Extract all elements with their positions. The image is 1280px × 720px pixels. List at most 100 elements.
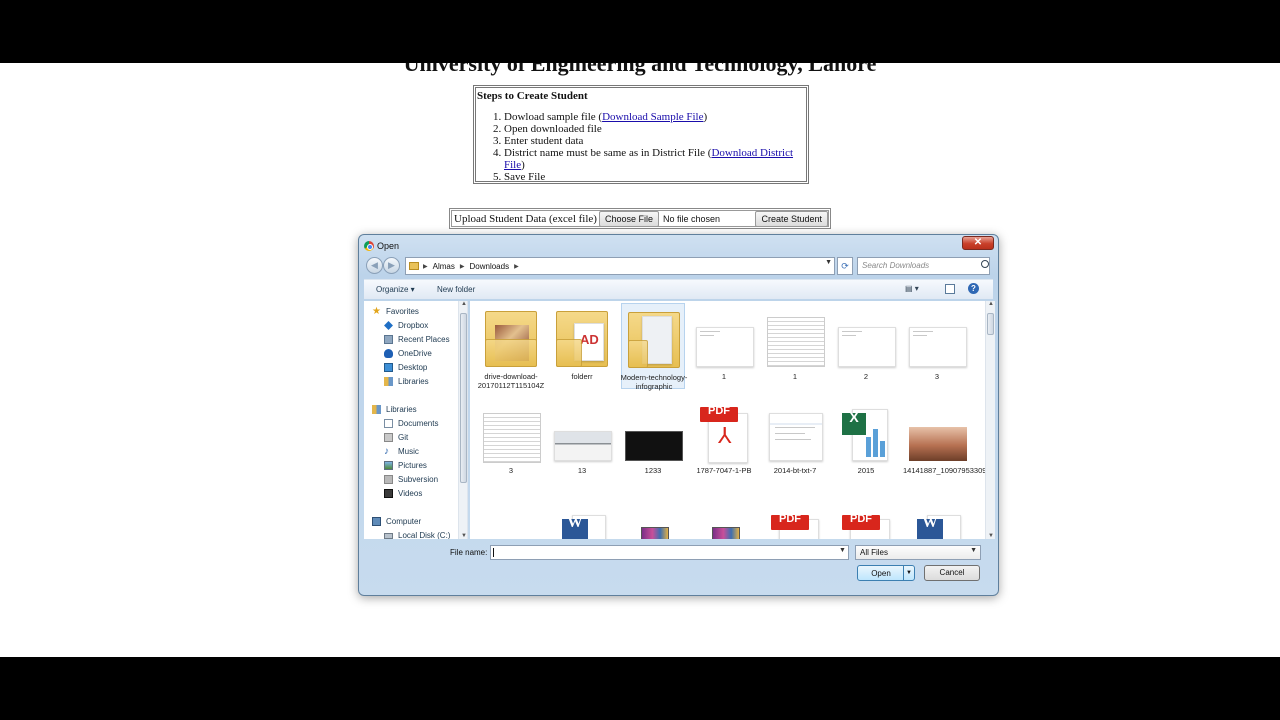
open-button-label: Open (871, 569, 891, 578)
document-icon (694, 305, 754, 369)
toolbar: Organize ▾ New folder ▤ ▾ ? (364, 279, 993, 299)
file-label: 14141887_1090795330975256_61149758480538… (903, 466, 995, 475)
scrollbar-thumb[interactable] (460, 313, 467, 483)
download-sample-file-link[interactable]: Download Sample File (602, 111, 703, 123)
file-label: 2 (863, 372, 869, 381)
file-item[interactable] (621, 513, 685, 539)
sidebar-item-documents[interactable]: Documents (384, 417, 438, 430)
breadcrumb-downloads[interactable]: Downloads (469, 262, 509, 271)
help-icon[interactable]: ? (968, 283, 979, 294)
spreadsheet-icon (765, 305, 825, 369)
sidebar-item-subversion[interactable]: Subversion (384, 473, 438, 486)
breadcrumb-almas[interactable]: Almas (433, 262, 455, 271)
file-item[interactable]: 2014-bt-txt-7 (763, 405, 827, 475)
sidebar-label: Git (398, 433, 409, 442)
file-list-scrollbar[interactable]: ▲ ▼ (985, 301, 995, 539)
file-item[interactable]: 3 (479, 405, 543, 475)
file-item[interactable]: 3 (905, 305, 969, 383)
word-badge: W (917, 516, 943, 539)
file-item[interactable] (692, 513, 756, 539)
file-item[interactable]: X 2015 (834, 405, 898, 475)
create-student-button[interactable]: Create Student (755, 210, 828, 227)
file-item[interactable]: 2 (834, 305, 898, 383)
file-item[interactable]: 1 (763, 305, 827, 383)
library-icon (372, 405, 381, 414)
forward-button[interactable]: ▶ (383, 257, 400, 274)
page-heading: University of Engineering and Technology… (403, 63, 877, 76)
screenshot-icon (765, 405, 825, 465)
file-item[interactable]: AD folderr (550, 305, 614, 383)
sidebar-label: Desktop (398, 363, 428, 372)
sidebar-item-videos[interactable]: Videos (384, 487, 422, 500)
file-label: drive-download-20170112T115104Z (477, 372, 545, 390)
sidebar-item-onedrive[interactable]: OneDrive (384, 347, 432, 360)
step-item: Enter student data (504, 135, 806, 147)
open-button[interactable]: Open ▼ (857, 565, 915, 581)
scrollbar-thumb[interactable] (987, 313, 994, 335)
documents-icon (384, 419, 393, 428)
file-name-input[interactable] (490, 545, 849, 560)
file-item[interactable]: 1233 (621, 405, 685, 475)
close-button[interactable]: ✕ (962, 236, 994, 250)
file-item[interactable]: 1 (692, 305, 756, 383)
file-item[interactable]: Modern-technology-infographic (621, 303, 687, 391)
file-type-select[interactable]: All Files ▼ (855, 545, 981, 560)
sidebar-item-local-disk[interactable]: Local Disk (C:) (384, 529, 450, 539)
back-button[interactable]: ◀ (366, 257, 383, 274)
no-file-chosen-text: No file chosen (662, 213, 721, 224)
step-text-after: ) (703, 111, 708, 123)
file-item[interactable]: 13 (550, 405, 614, 475)
file-item[interactable]: drive-download-20170112T115104Z (477, 305, 545, 403)
file-item[interactable]: PDF (834, 513, 898, 539)
sidebar-scrollbar[interactable]: ▲ ▼ (458, 301, 467, 539)
document-icon (907, 305, 967, 369)
pdf-icon: PDF (765, 513, 825, 539)
new-folder-button[interactable]: New folder (437, 285, 475, 294)
scroll-down-icon[interactable]: ▼ (988, 533, 994, 539)
sidebar-label: OneDrive (398, 349, 432, 358)
sidebar-item-music[interactable]: ♪ Music (384, 445, 419, 458)
file-item[interactable]: W (905, 513, 969, 539)
sidebar-item-favorites[interactable]: ★ Favorites (372, 305, 419, 318)
file-list: drive-download-20170112T115104Z AD folde… (470, 301, 995, 539)
sidebar-item-git[interactable]: Git (384, 431, 408, 444)
sidebar-item-dropbox[interactable]: Dropbox (384, 319, 428, 332)
file-label: 1 (792, 372, 798, 381)
upload-form: Upload Student Data (excel file) Choose … (449, 208, 831, 229)
sidebar-item-desktop[interactable]: Desktop (384, 361, 427, 374)
open-options-dropdown[interactable]: ▼ (903, 566, 914, 580)
pictures-icon (384, 461, 393, 470)
file-item[interactable]: W (550, 513, 614, 539)
scroll-down-icon[interactable]: ▼ (461, 533, 467, 539)
cancel-button[interactable]: Cancel (924, 565, 980, 581)
file-item[interactable]: PDF (763, 513, 827, 539)
file-item[interactable]: PDF ⅄ 1787-7047-1-PB (692, 405, 756, 476)
folder-icon (481, 305, 541, 369)
sidebar-label: Dropbox (398, 321, 429, 330)
sidebar-item-libraries[interactable]: Libraries (372, 403, 417, 416)
step-text: Dowload sample file ( (504, 111, 603, 123)
scroll-up-icon[interactable]: ▲ (461, 301, 467, 307)
organize-button[interactable]: Organize ▾ (376, 285, 415, 294)
scroll-up-icon[interactable]: ▲ (988, 301, 994, 307)
file-item[interactable]: 14141887_1090795330975256_61149758480538… (903, 405, 995, 503)
search-input[interactable]: Search Downloads (857, 257, 990, 275)
sidebar-item-libraries-fav[interactable]: Libraries (384, 375, 429, 388)
sidebar-label: Local Disk (C:) (398, 531, 451, 539)
step-text-after: ) (521, 159, 525, 171)
refresh-button[interactable]: ⟳ (837, 257, 853, 275)
sidebar-item-pictures[interactable]: Pictures (384, 459, 427, 472)
cloud-icon (384, 349, 393, 358)
search-icon[interactable] (981, 260, 989, 268)
preview-pane-button[interactable] (945, 284, 955, 294)
change-view-button[interactable]: ▤ ▾ (905, 284, 927, 295)
sidebar-item-computer[interactable]: Computer (372, 515, 421, 528)
address-bar[interactable]: ▶ Almas ▶ Downloads ▶ ▼ (405, 257, 835, 275)
choose-file-button[interactable]: Choose File (598, 210, 659, 227)
dialog-title: Open (377, 241, 400, 251)
computer-icon (372, 517, 381, 526)
file-label: 1 (721, 372, 727, 381)
chevron-down-icon[interactable]: ▼ (839, 547, 846, 554)
chevron-down-icon[interactable]: ▼ (825, 259, 832, 266)
sidebar-item-recent-places[interactable]: Recent Places (384, 333, 450, 346)
